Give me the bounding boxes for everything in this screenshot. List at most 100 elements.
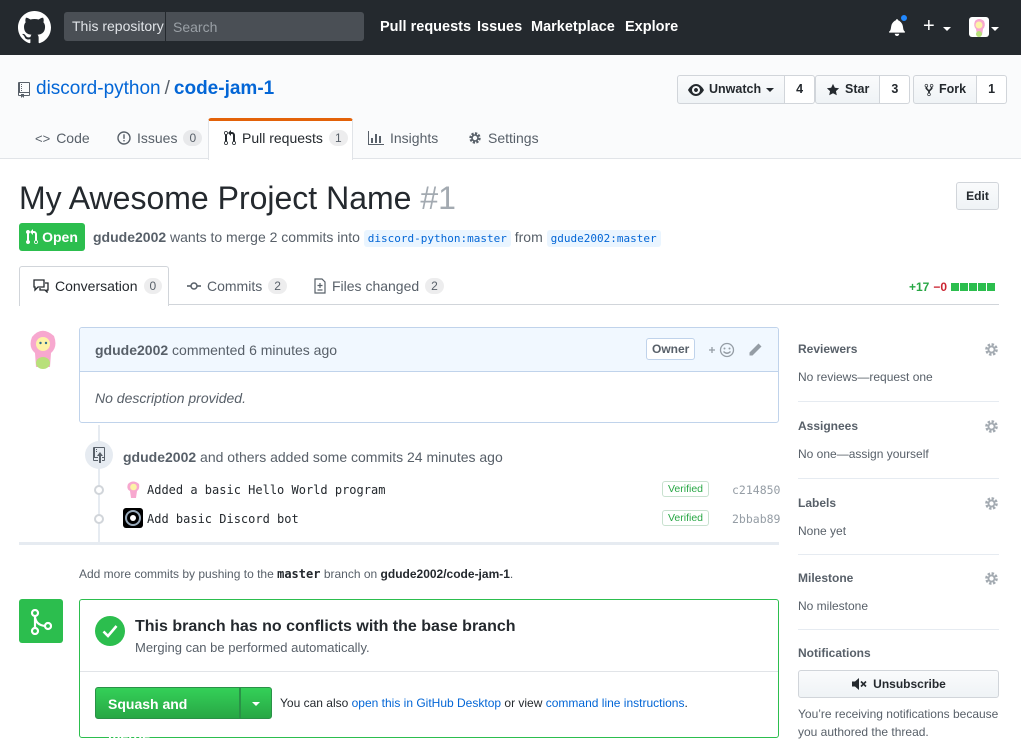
tab-insights-label: Insights xyxy=(390,130,439,146)
sidebar-assignees: Assignees No one—assign yourself xyxy=(798,419,999,461)
tab-settings-label: Settings xyxy=(488,130,539,146)
timeline-divider xyxy=(19,542,779,545)
status-label: Open xyxy=(42,229,78,245)
add-reaction-icon[interactable] xyxy=(708,342,736,358)
comment-author-link[interactable]: gdude2002 xyxy=(95,342,168,358)
unsubscribe-label: Unsubscribe xyxy=(873,677,946,691)
unsubscribe-button[interactable]: Unsubscribe xyxy=(798,670,999,698)
tab-conversation[interactable]: Conversation 0 xyxy=(33,278,163,294)
reviewers-heading[interactable]: Reviewers xyxy=(798,342,999,356)
pr-number: #1 xyxy=(420,180,456,216)
commit-sha-link[interactable]: 2bbab89 xyxy=(732,512,780,526)
commit-avatar[interactable] xyxy=(123,479,143,499)
commits-author-link[interactable]: gdude2002 xyxy=(123,449,196,465)
unwatch-button[interactable]: Unwatch xyxy=(677,75,786,104)
sidebar-notifications: Notifications xyxy=(798,646,999,660)
also-prefix: You can also xyxy=(280,696,349,710)
add-more-repo-link[interactable]: gdude2002/code-jam-1 xyxy=(381,567,510,581)
tab-pull-requests[interactable]: Pull requests 1 xyxy=(224,117,348,159)
base-ref[interactable]: discord-python:master xyxy=(363,230,511,247)
user-avatar[interactable] xyxy=(969,17,989,37)
commit-message-link[interactable]: Add basic Discord bot xyxy=(147,512,299,526)
verified-badge[interactable]: Verified xyxy=(662,510,710,526)
commit-avatar[interactable] xyxy=(123,508,143,528)
add-more-prefix: Add more commits by pushing to the xyxy=(79,567,274,581)
commit-message-link[interactable]: Added a basic Hello World program xyxy=(147,483,385,497)
add-more-branch: master xyxy=(277,567,321,581)
labels-heading[interactable]: Labels xyxy=(798,496,999,510)
comment-meta: gdude2002 commented 6 minutes ago xyxy=(95,342,337,358)
user-menu-chevron-icon[interactable] xyxy=(991,27,999,31)
or-view-text: or view xyxy=(504,696,543,710)
head-ref[interactable]: gdude2002:master xyxy=(546,230,661,247)
fork-label: Fork xyxy=(939,82,967,96)
repo-name-link[interactable]: code-jam-1 xyxy=(174,78,274,99)
search-scope-label[interactable]: This repository xyxy=(64,12,166,41)
nav-marketplace[interactable]: Marketplace xyxy=(531,19,615,35)
stargazers-count[interactable]: 3 xyxy=(880,75,911,104)
comment-header: gdude2002 commented 6 minutes ago Owner xyxy=(80,328,778,372)
github-logo-icon[interactable] xyxy=(18,11,51,44)
fork-button[interactable]: Fork xyxy=(913,75,978,104)
merge-alternatives: You can also open this in GitHub Desktop… xyxy=(280,696,688,710)
nav-pull-requests[interactable]: Pull requests xyxy=(380,19,471,35)
tab-conversation-label: Conversation xyxy=(55,278,138,294)
commit-sha-link[interactable]: c214850 xyxy=(732,483,780,497)
reviewers-gear-icon[interactable] xyxy=(984,342,999,357)
avatar[interactable] xyxy=(23,327,61,371)
assignees-value[interactable]: No one—assign yourself xyxy=(798,447,999,461)
tab-code[interactable]: <> Code xyxy=(35,117,90,159)
fork-button-group: Fork 1 xyxy=(913,75,1008,104)
repo-icon xyxy=(18,82,30,98)
add-more-commits-hint: Add more commits by pushing to the maste… xyxy=(79,567,513,581)
milestone-heading[interactable]: Milestone xyxy=(798,571,999,585)
squash-and-merge-button[interactable]: Squash and merge xyxy=(95,687,240,744)
verified-badge[interactable]: Verified xyxy=(662,481,710,497)
check-icon xyxy=(95,616,125,646)
gear-icon xyxy=(469,132,481,144)
deletions-count: −0 xyxy=(933,280,948,294)
command-line-instructions-link[interactable]: command line instructions xyxy=(546,696,685,710)
repo-owner-link[interactable]: discord-python xyxy=(36,78,161,99)
diffstat-block xyxy=(960,283,969,291)
star-label: Star xyxy=(845,82,870,96)
open-in-desktop-link[interactable]: open this in GitHub Desktop xyxy=(352,696,501,710)
star-button[interactable]: Star xyxy=(815,75,881,104)
tab-commits[interactable]: Commits 2 xyxy=(187,278,287,294)
merge-button-group: Squash and merge xyxy=(95,687,272,744)
watch-chevron-icon xyxy=(766,87,775,92)
search-input[interactable] xyxy=(167,12,363,41)
merge-box: This branch has no conflicts with the ba… xyxy=(79,599,779,744)
assignees-gear-icon[interactable] xyxy=(984,419,999,434)
nav-explore[interactable]: Explore xyxy=(625,19,678,35)
watch-button-group: Unwatch 4 xyxy=(677,75,816,104)
pr-meta-text: wants to merge 2 commits into xyxy=(170,229,360,245)
notifications-heading: Notifications xyxy=(798,646,871,660)
status-badge: Open xyxy=(19,223,85,251)
tab-files-changed[interactable]: Files changed 2 xyxy=(314,278,444,294)
files-changed-counter: 2 xyxy=(425,278,444,294)
tab-pull-requests-label: Pull requests xyxy=(242,130,323,146)
pr-meta: gdude2002 wants to merge 2 commits into … xyxy=(93,229,661,247)
sidebar-divider xyxy=(798,401,999,402)
repo-breadcrumb: discord-python / code-jam-1 xyxy=(36,78,274,100)
diffstat-block xyxy=(951,283,960,291)
assignees-heading[interactable]: Assignees xyxy=(798,419,999,433)
forks-count[interactable]: 1 xyxy=(977,75,1008,104)
tab-settings[interactable]: Settings xyxy=(468,117,539,159)
eye-icon xyxy=(688,83,704,96)
commit-row: Added a basic Hello World program Verifi… xyxy=(94,479,780,501)
pencil-icon[interactable] xyxy=(747,342,763,358)
milestone-gear-icon[interactable] xyxy=(984,571,999,586)
tab-issues-label: Issues xyxy=(137,130,178,146)
pr-author-link[interactable]: gdude2002 xyxy=(93,229,166,245)
watchers-count[interactable]: 4 xyxy=(785,75,816,104)
tab-issues[interactable]: Issues 0 xyxy=(117,117,203,159)
plus-icon[interactable]: + xyxy=(923,15,935,37)
tab-insights[interactable]: Insights xyxy=(368,117,438,159)
edit-title-button[interactable]: Edit xyxy=(956,182,999,210)
labels-gear-icon[interactable] xyxy=(984,496,999,511)
nav-issues[interactable]: Issues xyxy=(477,19,522,35)
search-box: This repository xyxy=(64,12,364,41)
merge-method-dropdown[interactable] xyxy=(240,687,272,719)
